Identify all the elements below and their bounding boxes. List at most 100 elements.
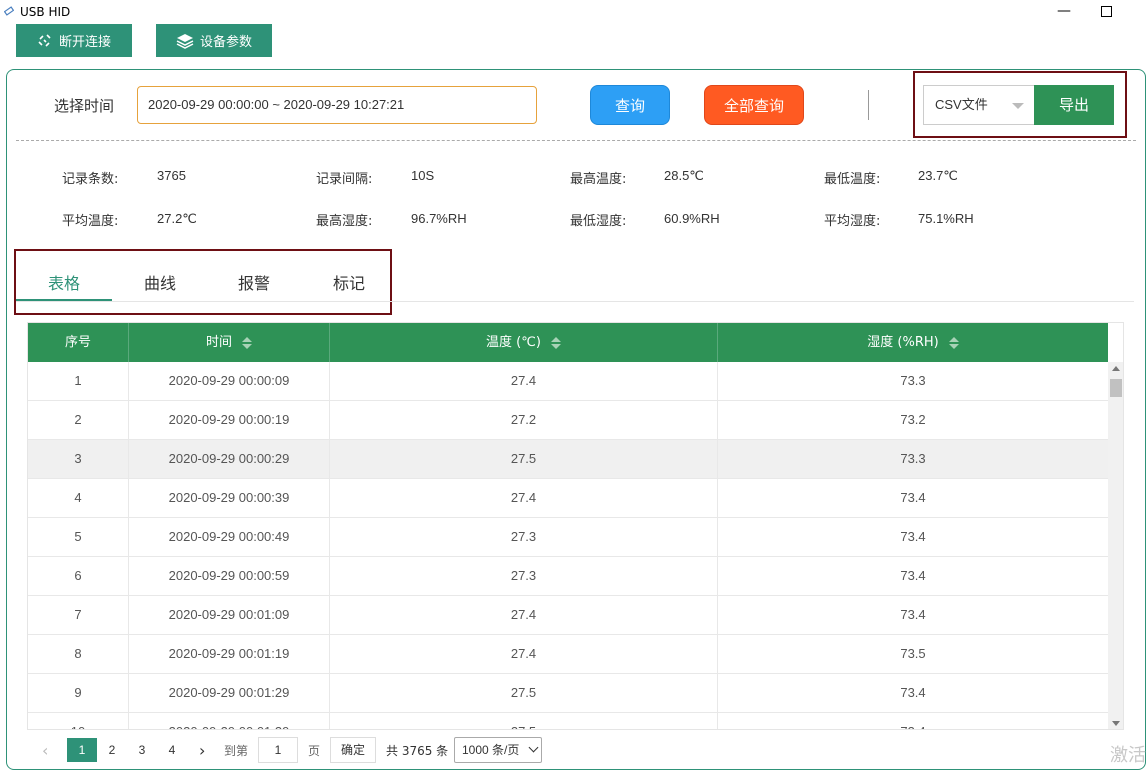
total-count: 共 3765 条 bbox=[386, 744, 449, 758]
cell-temperature: 27.3 bbox=[330, 518, 718, 556]
export-format-select[interactable]: CSV文件 bbox=[923, 85, 1035, 125]
cell-time: 2020-09-29 00:00:59 bbox=[129, 557, 330, 595]
goto-label: 到第 bbox=[224, 744, 249, 758]
scroll-down-arrow-icon[interactable] bbox=[1112, 721, 1120, 726]
cell-temperature: 27.5 bbox=[330, 713, 718, 729]
page-button-2[interactable]: 2 bbox=[97, 738, 127, 762]
scrollbar-thumb[interactable] bbox=[1110, 379, 1122, 397]
table-row[interactable]: 5 2020-09-29 00:00:49 27.3 73.4 bbox=[28, 518, 1108, 557]
time-range-input[interactable]: 2020-09-29 00:00:00 ~ 2020-09-29 10:27:2… bbox=[137, 86, 537, 124]
table-row[interactable]: 4 2020-09-29 00:00:39 27.4 73.4 bbox=[28, 479, 1108, 518]
goto-page-input[interactable]: 1 bbox=[258, 737, 298, 763]
column-header-temperature[interactable]: 温度 (℃) bbox=[330, 323, 718, 362]
stat-avg-temp-label: 平均温度: bbox=[62, 214, 119, 229]
layers-icon bbox=[176, 33, 194, 49]
goto-confirm-button[interactable]: 确定 bbox=[330, 737, 376, 763]
stat-min-temp-label: 最低温度: bbox=[824, 172, 881, 187]
disconnect-label: 断开连接 bbox=[58, 35, 111, 50]
stat-max-temp-label: 最高温度: bbox=[570, 172, 627, 187]
table-row[interactable]: 7 2020-09-29 00:01:09 27.4 73.4 bbox=[28, 596, 1108, 635]
stat-max-humidity-label: 最高湿度: bbox=[316, 214, 373, 229]
cell-humidity: 73.5 bbox=[900, 646, 926, 661]
cell-humidity: 73.4 bbox=[718, 713, 1108, 729]
cell-humidity: 73.3 bbox=[900, 373, 926, 388]
stat-interval-label: 记录间隔: bbox=[316, 172, 373, 187]
column-header-time[interactable]: 时间 bbox=[129, 323, 330, 362]
chevron-down-icon bbox=[528, 742, 539, 753]
table-row[interactable]: 1 2020-09-29 00:00:09 27.4 73.3 bbox=[28, 362, 1108, 401]
toolbar-divider bbox=[868, 90, 869, 120]
table-scrollbar[interactable] bbox=[1108, 362, 1123, 729]
export-format-value: CSV文件 bbox=[935, 97, 988, 112]
cell-temperature: 27.2 bbox=[330, 401, 718, 439]
stat-avg-temp-value: 27.2℃ bbox=[157, 211, 197, 226]
tab-alarm[interactable]: 报警 bbox=[238, 270, 270, 294]
time-label: 选择时间 bbox=[54, 97, 115, 115]
cell-index: 7 bbox=[28, 596, 129, 634]
cell-temperature: 27.4 bbox=[330, 362, 718, 400]
cell-time: 2020-09-29 00:00:19 bbox=[129, 401, 330, 439]
minimize-button[interactable]: — bbox=[1056, 2, 1072, 20]
cell-temperature: 27.5 bbox=[330, 674, 718, 712]
stat-avg-humidity-value: 75.1%RH bbox=[918, 211, 974, 226]
stat-max-humidity-value: 96.7%RH bbox=[411, 211, 467, 226]
query-all-button[interactable]: 全部查询 bbox=[704, 85, 804, 125]
cell-humidity: 73.4 bbox=[900, 685, 926, 700]
prev-page-chevron-icon[interactable]: ‹ bbox=[42, 741, 48, 760]
scroll-up-arrow-icon[interactable] bbox=[1112, 366, 1120, 371]
cell-index: 9 bbox=[28, 674, 129, 712]
window-title: USB HID bbox=[20, 5, 71, 19]
cell-index: 4 bbox=[28, 479, 129, 517]
cell-time: 2020-09-29 00:01:29 bbox=[129, 674, 330, 712]
cell-humidity: 73.4 bbox=[900, 568, 926, 583]
query-button[interactable]: 查询 bbox=[590, 85, 670, 125]
column-header-index: 序号 bbox=[28, 323, 129, 362]
stat-min-humidity-label: 最低湿度: bbox=[570, 214, 627, 229]
tabs-divider bbox=[16, 301, 1134, 302]
cell-temperature: 27.5 bbox=[330, 440, 718, 478]
table-row[interactable]: 3 2020-09-29 00:00:29 27.5 73.3 bbox=[28, 440, 1108, 479]
disconnect-icon bbox=[38, 33, 51, 47]
cell-humidity: 73.3 bbox=[900, 451, 926, 466]
cell-index: 10 bbox=[28, 713, 129, 729]
export-button[interactable]: 导出 bbox=[1034, 85, 1114, 125]
cell-index: 2 bbox=[28, 401, 129, 439]
title-bar: USB HID — bbox=[0, 0, 1148, 24]
tab-curve[interactable]: 曲线 bbox=[144, 270, 176, 294]
column-header-humidity[interactable]: 湿度 (%RH) bbox=[718, 323, 1108, 362]
table-row[interactable]: 6 2020-09-29 00:00:59 27.3 73.4 bbox=[28, 557, 1108, 596]
page-button-1[interactable]: 1 bbox=[67, 738, 97, 762]
cell-index: 6 bbox=[28, 557, 129, 595]
tab-mark[interactable]: 标记 bbox=[333, 270, 365, 294]
cell-humidity: 73.4 bbox=[900, 490, 926, 505]
page-unit-label: 页 bbox=[308, 744, 321, 758]
sort-icon[interactable] bbox=[550, 336, 561, 349]
page-button-4[interactable]: 4 bbox=[157, 738, 187, 762]
page-button-3[interactable]: 3 bbox=[127, 738, 157, 762]
cell-index: 3 bbox=[28, 440, 129, 478]
cell-time: 2020-09-29 00:00:09 bbox=[129, 362, 330, 400]
table-row[interactable]: 102020-09-29 00:01:3927.573.4 bbox=[28, 713, 1108, 729]
cell-temperature: 27.4 bbox=[330, 635, 718, 673]
disconnect-button[interactable]: 断开连接 bbox=[16, 24, 132, 57]
cell-index: 1 bbox=[28, 362, 129, 400]
sort-icon[interactable] bbox=[242, 336, 252, 349]
table-row[interactable]: 2 2020-09-29 00:00:19 27.2 73.2 bbox=[28, 401, 1108, 440]
device-params-label: 设备参数 bbox=[199, 35, 252, 50]
table-row[interactable]: 9 2020-09-29 00:01:29 27.5 73.4 bbox=[28, 674, 1108, 713]
cell-time: 2020-09-29 00:00:39 bbox=[129, 479, 330, 517]
table-row[interactable]: 8 2020-09-29 00:01:19 27.4 73.5 bbox=[28, 635, 1108, 674]
next-page-chevron-icon[interactable]: › bbox=[199, 741, 205, 760]
tab-table[interactable]: 表格 bbox=[48, 270, 80, 294]
maximize-button[interactable] bbox=[1101, 6, 1112, 17]
cell-time: 2020-09-29 00:00:49 bbox=[129, 518, 330, 556]
stat-record-count-value: 3765 bbox=[157, 168, 186, 183]
dashed-divider bbox=[16, 140, 1136, 141]
cell-temperature: 27.4 bbox=[330, 596, 718, 634]
page-size-select[interactable]: 1000 条/页 bbox=[454, 737, 542, 763]
cell-humidity: 73.4 bbox=[900, 529, 926, 544]
stat-max-temp-value: 28.5℃ bbox=[664, 168, 704, 183]
cell-time: 2020-09-29 00:01:39 bbox=[129, 713, 330, 729]
sort-icon[interactable] bbox=[948, 336, 959, 349]
device-params-button[interactable]: 设备参数 bbox=[156, 24, 272, 57]
